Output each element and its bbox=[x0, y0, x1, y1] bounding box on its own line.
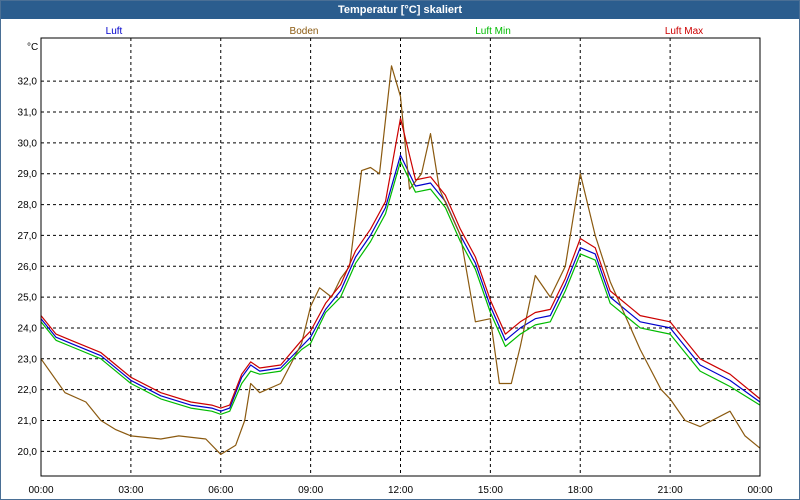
x-tick-time: 18:00 bbox=[568, 485, 593, 496]
x-tick-labels: 00:0019.08.2303:0019.08.2306:0019.08.230… bbox=[28, 485, 772, 496]
y-tick-label: 32,0 bbox=[18, 77, 38, 88]
x-tick-time: 06:00 bbox=[208, 485, 233, 496]
y-tick-label: 24,0 bbox=[18, 323, 38, 334]
y-tick-labels: 32,0 31,0 30,0 29,0 28,0 27,0 26,0 25,0 24,0 23,0… bbox=[18, 77, 38, 458]
y-tick-label: 23,0 bbox=[18, 354, 38, 365]
legend-item-boden: Boden bbox=[290, 26, 319, 37]
y-tick-label: 21,0 bbox=[18, 416, 38, 427]
x-tick-time: 00:00 bbox=[28, 485, 53, 496]
y-tick-label: 28,0 bbox=[18, 200, 38, 211]
chart-title: Temperatur [°C] skaliert bbox=[1, 1, 799, 19]
legend-item-luft-min: Luft Min bbox=[475, 26, 511, 37]
y-tick-label: 26,0 bbox=[18, 262, 38, 273]
y-tick-label: 20,0 bbox=[18, 447, 38, 458]
x-tick-time: 15:00 bbox=[478, 485, 503, 496]
y-axis-label: °C bbox=[27, 42, 38, 53]
x-tick-time: 21:00 bbox=[658, 485, 683, 496]
temperature-chart: Luft Boden Luft Min Luft Max °C 32,0 31,0 30,… bbox=[18, 26, 773, 496]
y-tick-label: 30,0 bbox=[18, 138, 38, 149]
y-tick-label: 22,0 bbox=[18, 385, 38, 396]
legend: Luft Boden Luft Min Luft Max bbox=[106, 26, 704, 37]
y-tick-label: 31,0 bbox=[18, 108, 38, 119]
x-tick-time: 03:00 bbox=[118, 485, 143, 496]
x-tick-time: 00:00 bbox=[747, 485, 772, 496]
y-tick-label: 27,0 bbox=[18, 231, 38, 242]
legend-item-luft: Luft bbox=[106, 26, 123, 37]
chart-window: Temperatur [°C] skaliert Luft Boden Luft M… bbox=[0, 0, 800, 500]
grid bbox=[41, 38, 760, 476]
x-tick-time: 12:00 bbox=[388, 485, 413, 496]
x-tick-time: 09:00 bbox=[298, 485, 323, 496]
legend-item-luft-max: Luft Max bbox=[665, 26, 703, 37]
y-tick-label: 25,0 bbox=[18, 293, 38, 304]
y-tick-label: 29,0 bbox=[18, 169, 38, 180]
